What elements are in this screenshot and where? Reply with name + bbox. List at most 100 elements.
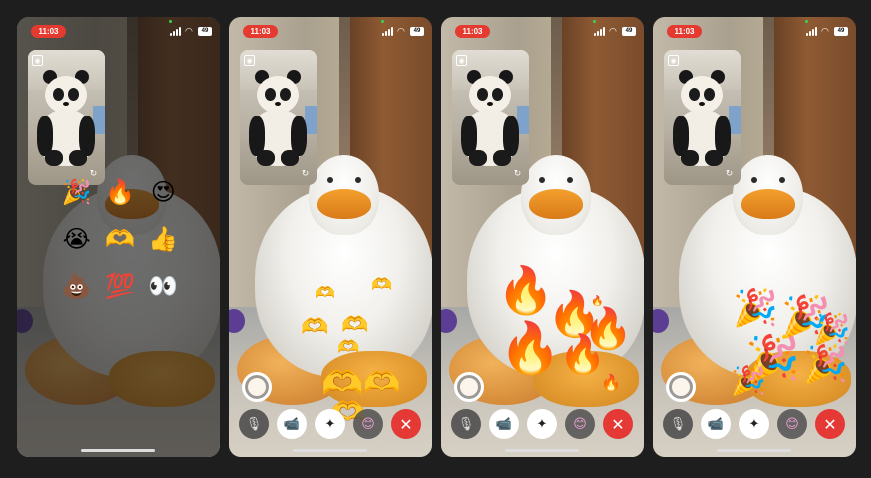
battery-icon: 49	[622, 27, 636, 36]
mute-button[interactable]: 🎙	[239, 409, 269, 439]
signal-icon	[594, 27, 606, 36]
home-indicator[interactable]	[81, 449, 155, 452]
wifi-icon: ◠	[609, 26, 617, 36]
battery-icon: 49	[834, 27, 848, 36]
emoji-button[interactable]: 😊	[565, 409, 595, 439]
phone-screen-fire: 11:03 ◠ 49 ◉ ↻ 🔥 🔥 🔥 🔥 🔥 🔥 🔥 🎙 �	[441, 17, 644, 457]
effects-button[interactable]: ✦	[527, 409, 557, 439]
mute-button[interactable]: 🎙	[451, 409, 481, 439]
party-effect: 🎉	[731, 364, 766, 397]
close-icon: ✕	[611, 414, 625, 434]
thumbs-up-emoji-option[interactable]: 👍	[148, 227, 178, 251]
sparkle-icon: ✦	[536, 416, 548, 432]
smile-icon: 😊	[361, 416, 375, 432]
party-effect: 🎉	[803, 344, 848, 385]
person-icon[interactable]: ◉	[32, 55, 43, 66]
fire-emoji-option[interactable]: 🔥	[105, 180, 135, 204]
person-icon[interactable]: ◉	[456, 55, 467, 66]
crying-emoji-option[interactable]: 😭	[63, 227, 91, 251]
heart-hands-effect: 🫶	[315, 283, 335, 302]
party-emoji-option[interactable]: 🎉	[62, 180, 92, 204]
call-controls: 🎙 📹 ✦ 😊 ✕	[239, 409, 423, 439]
camera-indicator	[805, 20, 808, 23]
sparkle-icon: ✦	[748, 416, 760, 432]
phone-screen-heart-hands: 11:03 ◠ 49 ◉ ↻ 🫶 🫶 🫶 🫶 🫶 🫶 🫶 🫶 🎙 📹 ✦ 😊 ✕	[229, 17, 432, 457]
home-indicator[interactable]	[293, 449, 367, 452]
battery-icon: 49	[410, 27, 424, 36]
effects-button[interactable]: ✦	[739, 409, 769, 439]
home-indicator[interactable]	[505, 449, 579, 452]
person-icon[interactable]: ◉	[244, 55, 255, 66]
heart-hands-effect: 🫶	[371, 275, 393, 295]
capture-button[interactable]	[454, 372, 484, 402]
close-icon: ✕	[823, 414, 837, 434]
phone-screen-party: 11:03 ◠ 49 ◉ ↻ 🎉 🎉 🎉 🎉 🎉 🎉 🎙 📹 ✦ 😊 ✕	[653, 17, 856, 457]
wifi-icon: ◠	[397, 26, 405, 36]
heart-eyes-emoji-option[interactable]: 😍	[151, 180, 176, 204]
microphone-off-icon: 🎙	[457, 416, 475, 432]
emoji-button[interactable]: 😊	[777, 409, 807, 439]
camera-button[interactable]: 📹	[489, 409, 519, 439]
camera-indicator	[169, 20, 172, 23]
party-effect: 🎉	[813, 312, 851, 347]
end-call-button[interactable]: ✕	[603, 409, 633, 439]
time-pill: 11:03	[243, 25, 278, 38]
camera-indicator	[593, 20, 596, 23]
flip-camera-icon[interactable]: ↻	[512, 168, 523, 179]
heart-hands-emoji-option[interactable]: 🫶	[105, 227, 135, 251]
time-pill: 11:03	[455, 25, 490, 38]
mute-button[interactable]: 🎙	[663, 409, 693, 439]
battery-icon: 49	[198, 27, 212, 36]
heart-hands-effect: 🫶	[363, 366, 401, 401]
end-call-button[interactable]: ✕	[391, 409, 421, 439]
microphone-off-icon: 🎙	[669, 416, 687, 432]
panda-image	[37, 70, 95, 170]
camera-button[interactable]: 📹	[701, 409, 731, 439]
signal-icon	[806, 27, 818, 36]
signal-icon	[170, 27, 182, 36]
effects-button[interactable]: ✦	[315, 409, 345, 439]
fire-effect: 🔥	[601, 373, 621, 392]
wifi-icon: ◠	[821, 26, 829, 36]
end-call-button[interactable]: ✕	[815, 409, 845, 439]
fire-effect: 🔥	[559, 332, 607, 376]
capture-button[interactable]	[666, 372, 696, 402]
time-pill: 11:03	[667, 25, 702, 38]
camera-button[interactable]: 📹	[277, 409, 307, 439]
flip-camera-icon[interactable]: ↻	[724, 168, 735, 179]
fire-effect: 🔥	[497, 263, 555, 317]
poop-emoji-option[interactable]: 💩	[62, 274, 92, 298]
panda-image	[249, 70, 307, 170]
fire-effect: 🔥	[591, 296, 604, 307]
call-controls: 🎙 📹 ✦ 😊 ✕	[663, 409, 847, 439]
wifi-icon: ◠	[185, 26, 193, 36]
phone-screen-emoji-picker: 11:03 ◠ 49 ◉ ↻ 🎉 🔥 😍 😭 🫶 👍 💩 �	[17, 17, 220, 457]
hundred-emoji-option[interactable]: 💯	[105, 274, 135, 298]
status-bar: 11:03 ◠ 49	[441, 20, 644, 39]
emoji-button[interactable]: 😊	[353, 409, 383, 439]
capture-button[interactable]	[242, 372, 272, 402]
heart-hands-effect: 🫶	[337, 337, 360, 358]
person-icon[interactable]: ◉	[668, 55, 679, 66]
emoji-picker: 🎉 🔥 😍 😭 🫶 👍 💩 💯 👀	[55, 169, 185, 309]
self-view-tile[interactable]: ◉ ↻	[240, 50, 317, 185]
camera-indicator	[381, 20, 384, 23]
flip-camera-icon[interactable]: ↻	[300, 168, 311, 179]
signal-icon	[382, 27, 394, 36]
sparkle-icon: ✦	[324, 416, 336, 432]
heart-hands-effect: 🫶	[301, 315, 329, 340]
screenshot-stage: 11:03 ◠ 49 ◉ ↻ 🎉 🔥 😍 😭 🫶 👍 💩 �	[0, 0, 871, 478]
eyes-emoji-option[interactable]: 👀	[148, 274, 178, 298]
status-bar: 11:03 ◠ 49	[229, 20, 432, 39]
self-view-tile[interactable]: ◉ ↻	[664, 50, 741, 185]
home-indicator[interactable]	[717, 449, 791, 452]
smile-icon: 😊	[573, 416, 587, 432]
self-view-tile[interactable]: ◉ ↻	[28, 50, 105, 185]
fire-effect: 🔥	[499, 319, 562, 377]
call-controls: 🎙 📹 ✦ 😊 ✕	[451, 409, 635, 439]
panda-image	[461, 70, 519, 170]
party-effect: 🎉	[733, 288, 778, 329]
video-camera-icon: 📹	[495, 416, 513, 432]
time-pill: 11:03	[31, 25, 66, 38]
self-view-tile[interactable]: ◉ ↻	[452, 50, 529, 185]
